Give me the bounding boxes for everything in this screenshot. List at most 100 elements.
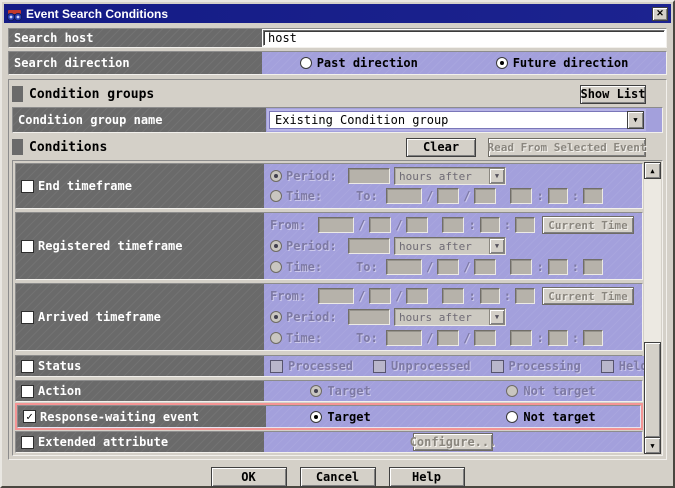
- arrived-timeframe-label: Arrived timeframe: [38, 310, 161, 324]
- arrived-from-minute-input[interactable]: [480, 288, 500, 304]
- response-waiting-label: Response-waiting event: [40, 410, 199, 424]
- registered-from-label: From:: [270, 218, 314, 232]
- processed-option[interactable]: Processed: [270, 359, 353, 373]
- registered-from-second-input[interactable]: [515, 217, 535, 233]
- arrived-to-day-input[interactable]: [474, 330, 496, 346]
- arrived-timeframe-checkbox[interactable]: [21, 311, 34, 324]
- registered-period-value-input[interactable]: [348, 238, 390, 254]
- end-timeframe-checkbox[interactable]: [21, 180, 34, 193]
- scrollbar-thumb[interactable]: [644, 342, 661, 438]
- past-direction-label: Past direction: [317, 56, 418, 70]
- arrived-to-minute-input[interactable]: [548, 330, 568, 346]
- end-to-second-input[interactable]: [583, 188, 603, 204]
- condition-groups-box: Condition groups Show List Condition gro…: [8, 79, 667, 460]
- chevron-down-icon[interactable]: ▼: [627, 111, 644, 129]
- registered-current-time-button[interactable]: Current Time: [542, 216, 634, 234]
- registered-time-radio[interactable]: [270, 261, 282, 273]
- date-separator: /: [426, 260, 433, 274]
- registered-period-unit-select[interactable]: hours after ▼: [394, 237, 506, 255]
- past-direction-radio[interactable]: [300, 57, 312, 69]
- read-from-selected-event-button[interactable]: Read From Selected Event: [488, 138, 646, 157]
- search-direction-label: Search direction: [9, 52, 262, 74]
- arrived-time-radio[interactable]: [270, 332, 282, 344]
- arrived-to-month-input[interactable]: [437, 330, 459, 346]
- arrived-period-unit-select[interactable]: hours after ▼: [394, 308, 506, 326]
- response-not-target-radio[interactable]: [506, 411, 518, 423]
- registered-from-minute-input[interactable]: [480, 217, 500, 233]
- registered-to-month-input[interactable]: [437, 259, 459, 275]
- end-to-year-input[interactable]: [386, 188, 422, 204]
- show-list-button[interactable]: Show List: [580, 85, 646, 104]
- action-not-target-radio[interactable]: [506, 385, 518, 397]
- extended-attribute-label: Extended attribute: [38, 435, 168, 449]
- future-direction-option[interactable]: Future direction: [496, 56, 629, 70]
- arrived-to-hour-input[interactable]: [510, 330, 532, 346]
- arrived-period-radio[interactable]: [270, 311, 282, 323]
- end-period-value-input[interactable]: [348, 168, 390, 184]
- registered-period-radio[interactable]: [270, 240, 282, 252]
- unprocessed-checkbox[interactable]: [373, 360, 386, 373]
- chevron-down-icon[interactable]: ▼: [489, 168, 505, 184]
- end-period-unit-select[interactable]: hours after ▼: [394, 167, 506, 185]
- held-option[interactable]: Held: [601, 359, 648, 373]
- response-not-target-option[interactable]: Not target: [506, 410, 595, 424]
- extended-attribute-checkbox[interactable]: [21, 436, 34, 449]
- end-to-month-input[interactable]: [437, 188, 459, 204]
- event-search-conditions-dialog: Event Search Conditions ✕ Search host Se…: [0, 0, 675, 488]
- arrived-from-month-input[interactable]: [369, 288, 391, 304]
- arrived-from-hour-input[interactable]: [442, 288, 464, 304]
- arrived-current-time-button[interactable]: Current Time: [542, 287, 634, 305]
- action-target-radio[interactable]: [310, 385, 322, 397]
- section-bullet-icon: [12, 139, 23, 155]
- status-checkbox[interactable]: [21, 360, 34, 373]
- processing-option[interactable]: Processing: [491, 359, 581, 373]
- chevron-down-icon[interactable]: ▼: [489, 238, 505, 254]
- registered-from-month-input[interactable]: [369, 217, 391, 233]
- registered-to-second-input[interactable]: [583, 259, 603, 275]
- registered-from-year-input[interactable]: [318, 217, 354, 233]
- chevron-down-icon[interactable]: ▼: [489, 309, 505, 325]
- processing-checkbox[interactable]: [491, 360, 504, 373]
- registered-to-hour-input[interactable]: [510, 259, 532, 275]
- conditions-scrollbar[interactable]: ▲ ▼: [644, 162, 661, 454]
- arrived-period-value-input[interactable]: [348, 309, 390, 325]
- clear-button[interactable]: Clear: [406, 138, 476, 157]
- registered-from-day-input[interactable]: [406, 217, 428, 233]
- ok-button[interactable]: OK: [211, 467, 287, 487]
- cancel-button[interactable]: Cancel: [300, 467, 376, 487]
- response-target-option[interactable]: Target: [310, 410, 506, 424]
- action-checkbox[interactable]: [21, 385, 34, 398]
- date-separator: /: [426, 331, 433, 345]
- arrived-from-second-input[interactable]: [515, 288, 535, 304]
- arrived-to-second-input[interactable]: [583, 330, 603, 346]
- held-checkbox[interactable]: [601, 360, 614, 373]
- search-host-input[interactable]: [263, 30, 665, 46]
- arrived-to-year-input[interactable]: [386, 330, 422, 346]
- action-not-target-option[interactable]: Not target: [506, 384, 595, 398]
- registered-to-year-input[interactable]: [386, 259, 422, 275]
- end-period-radio[interactable]: [270, 170, 282, 182]
- scroll-down-icon[interactable]: ▼: [644, 437, 661, 454]
- past-direction-option[interactable]: Past direction: [300, 56, 496, 70]
- processed-checkbox[interactable]: [270, 360, 283, 373]
- registered-to-day-input[interactable]: [474, 259, 496, 275]
- condition-group-name-select[interactable]: Existing Condition group ▼: [267, 109, 646, 131]
- response-waiting-checkbox[interactable]: ✓: [23, 410, 36, 423]
- response-target-radio[interactable]: [310, 411, 322, 423]
- end-to-minute-input[interactable]: [548, 188, 568, 204]
- registered-from-hour-input[interactable]: [442, 217, 464, 233]
- help-button[interactable]: Help: [389, 467, 465, 487]
- future-direction-radio[interactable]: [496, 57, 508, 69]
- end-to-day-input[interactable]: [474, 188, 496, 204]
- arrived-from-day-input[interactable]: [406, 288, 428, 304]
- action-target-option[interactable]: Target: [310, 384, 506, 398]
- scroll-up-icon[interactable]: ▲: [644, 162, 661, 179]
- end-time-radio[interactable]: [270, 190, 282, 202]
- end-to-hour-input[interactable]: [510, 188, 532, 204]
- registered-timeframe-checkbox[interactable]: [21, 240, 34, 253]
- registered-to-minute-input[interactable]: [548, 259, 568, 275]
- unprocessed-option[interactable]: Unprocessed: [373, 359, 470, 373]
- close-icon[interactable]: ✕: [652, 7, 668, 21]
- configure-button[interactable]: Configure...: [413, 433, 493, 451]
- arrived-from-year-input[interactable]: [318, 288, 354, 304]
